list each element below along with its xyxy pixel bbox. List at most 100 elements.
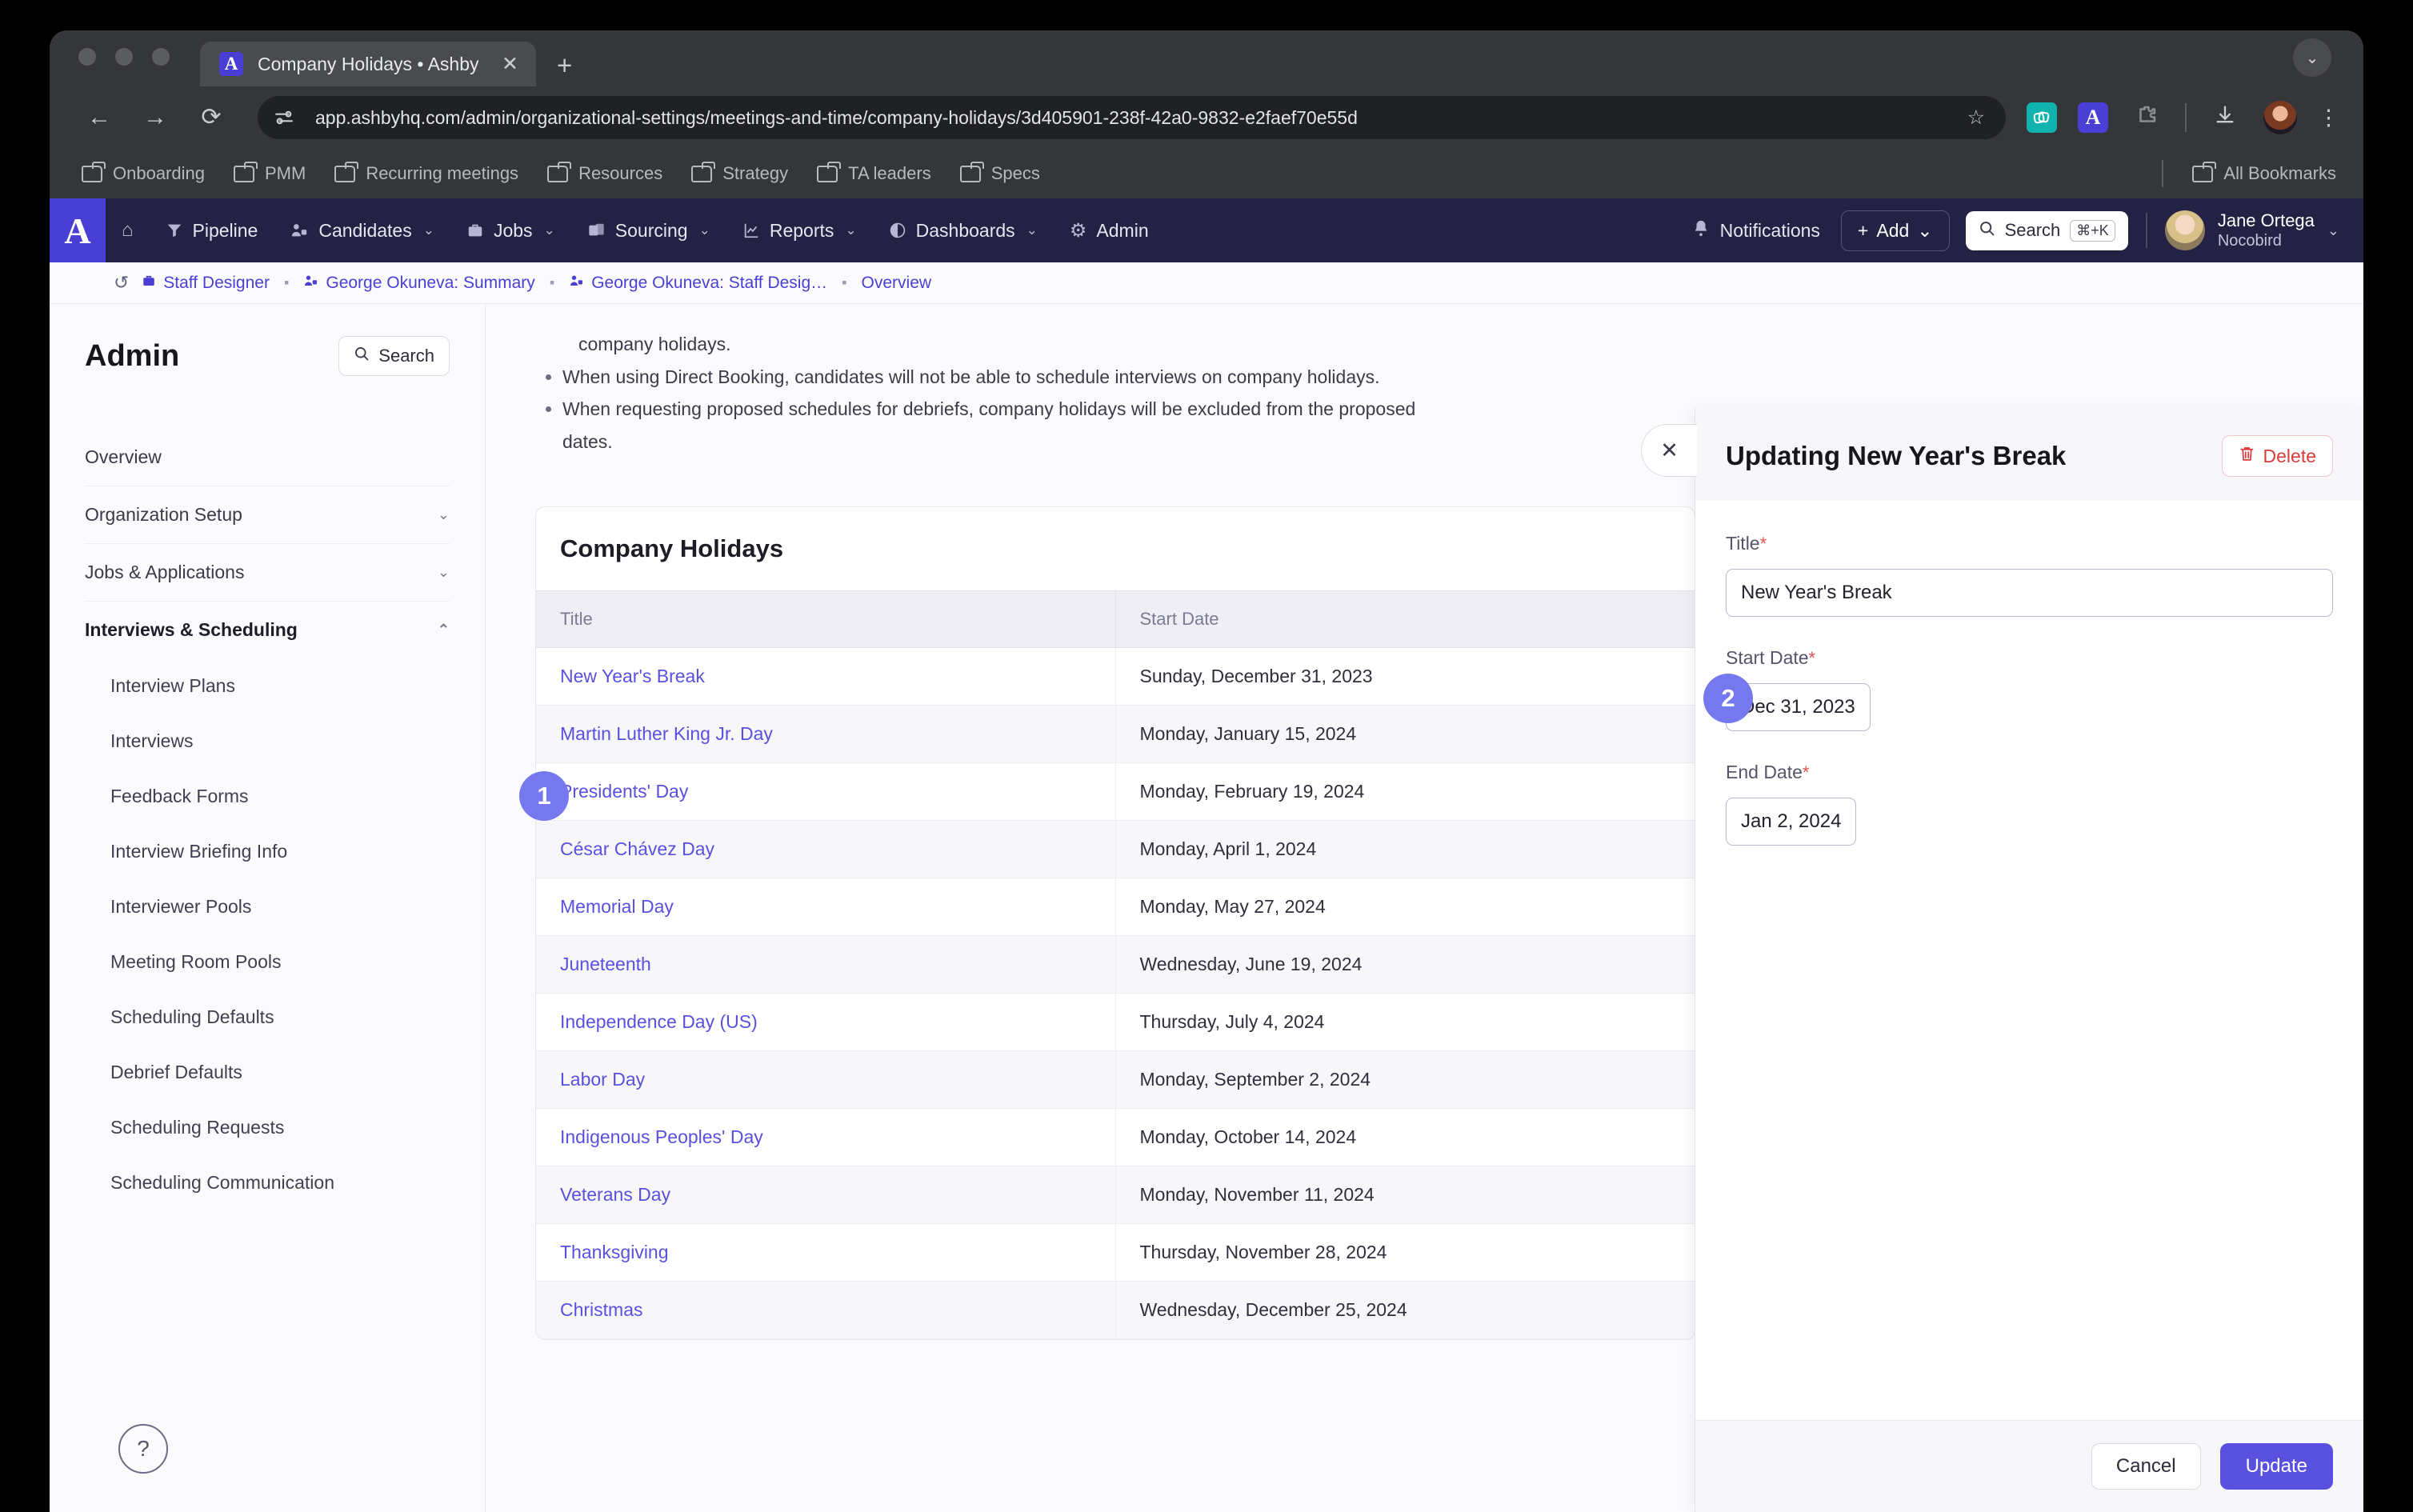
add-button[interactable]: + Add ⌄ — [1840, 210, 1950, 251]
tab-title: Company Holidays • Ashby — [258, 53, 479, 74]
breadcrumb-item-staff-designer[interactable]: Staff Designer — [142, 274, 270, 293]
global-search-button[interactable]: Search ⌘+K — [1965, 210, 2128, 250]
sidebar-item-interviews[interactable]: Interviews — [85, 714, 450, 769]
nav-dashboards[interactable]: Dashboards ⌄ — [873, 198, 1054, 262]
bookmark-item[interactable]: Resources — [547, 161, 662, 184]
nav-reports[interactable]: Reports ⌄ — [726, 198, 873, 262]
holiday-link[interactable]: Christmas — [560, 1299, 643, 1320]
help-button[interactable]: ? — [118, 1424, 168, 1474]
nav-home[interactable]: ⌂ — [106, 198, 150, 262]
maximize-window-button[interactable] — [152, 48, 170, 66]
nav-jobs[interactable]: Jobs ⌄ — [450, 198, 571, 262]
holiday-link[interactable]: Indigenous Peoples' Day — [560, 1126, 763, 1147]
bookmark-item[interactable]: Onboarding — [82, 161, 205, 184]
table-row[interactable]: New Year's Break Sunday, December 31, 202… — [536, 647, 1695, 706]
column-header-title[interactable]: Title — [536, 590, 1116, 648]
sidebar-item-jobs-applications[interactable]: Jobs & Applications ⌄ — [85, 544, 450, 602]
delete-button[interactable]: Delete — [2221, 435, 2333, 477]
history-icon[interactable]: ↺ — [114, 272, 129, 294]
bookmark-item[interactable]: Recurring meetings — [334, 161, 518, 184]
end-date-input[interactable]: Jan 2, 2024 — [1726, 798, 1857, 846]
sidebar-item-overview[interactable]: Overview — [85, 429, 450, 486]
sidebar-item-interview-plans[interactable]: Interview Plans — [85, 658, 450, 714]
back-icon[interactable]: ← — [82, 106, 117, 130]
table-row[interactable]: Presidents' Day Monday, February 19, 2024 — [536, 762, 1695, 821]
sidebar-item-meeting-room-pools[interactable]: Meeting Room Pools — [85, 934, 450, 990]
sidebar-item-interviews-scheduling[interactable]: Interviews & Scheduling ⌃ — [85, 602, 450, 658]
reload-icon[interactable]: ⟳ — [194, 106, 229, 130]
sidebar-item-organization-setup[interactable]: Organization Setup ⌄ — [85, 486, 450, 544]
browser-tab[interactable]: A Company Holidays • Ashby ✕ — [200, 42, 536, 86]
sidebar-item-scheduling-requests[interactable]: Scheduling Requests — [85, 1100, 450, 1155]
holiday-link[interactable]: Presidents' Day — [560, 781, 688, 802]
holiday-link[interactable]: Veterans Day — [560, 1184, 670, 1205]
bookmark-item[interactable]: Strategy — [691, 161, 788, 184]
holiday-link[interactable]: César Chávez Day — [560, 838, 714, 859]
extensions-puzzle-icon[interactable] — [2129, 103, 2164, 132]
people-icon — [303, 274, 318, 293]
breadcrumb-item-okuneva-staff-designer[interactable]: George Okuneva: Staff Desig… — [569, 274, 827, 293]
cell-title: Presidents' Day — [536, 762, 1116, 821]
table-row[interactable]: Thanksgiving Thursday, November 28, 2024 — [536, 1223, 1695, 1282]
notifications-button[interactable]: Notifications — [1692, 218, 1820, 242]
sidebar-item-interview-briefing-info[interactable]: Interview Briefing Info — [85, 824, 450, 879]
table-row[interactable]: Indigenous Peoples' Day Monday, October 1… — [536, 1108, 1695, 1166]
loom-extension-icon[interactable] — [2027, 102, 2057, 133]
browser-menu-icon[interactable]: ⋮ — [2318, 106, 2339, 128]
breadcrumb-item-overview[interactable]: Overview — [862, 274, 932, 293]
new-tab-icon[interactable]: + — [557, 52, 572, 86]
cancel-button[interactable]: Cancel — [2091, 1443, 2201, 1490]
table-row[interactable]: Independence Day (US) Thursday, July 4, 2… — [536, 993, 1695, 1051]
nav-candidates[interactable]: Candidates ⌄ — [274, 198, 450, 262]
table-row[interactable]: Veterans Day Monday, November 11, 2024 — [536, 1166, 1695, 1224]
holiday-link[interactable]: New Year's Break — [560, 666, 705, 686]
holiday-link[interactable]: Thanksgiving — [560, 1242, 669, 1262]
folder-icon — [233, 161, 258, 182]
required-marker: * — [1808, 648, 1816, 668]
ashby-extension-icon[interactable]: A — [2078, 102, 2108, 133]
nav-admin[interactable]: ⚙ Admin — [1054, 198, 1165, 262]
chevron-up-icon: ⌃ — [437, 622, 450, 638]
user-menu[interactable]: Jane Ortega Nocobird ⌄ — [2164, 210, 2339, 252]
table-row[interactable]: Juneteenth Wednesday, June 19, 2024 — [536, 935, 1695, 994]
sidebar-item-scheduling-communication[interactable]: Scheduling Communication — [85, 1155, 450, 1210]
table-row[interactable]: Martin Luther King Jr. Day Monday, Januar… — [536, 705, 1695, 763]
site-settings-icon[interactable] — [267, 101, 301, 134]
update-button[interactable]: Update — [2219, 1443, 2333, 1490]
holiday-link[interactable]: Independence Day (US) — [560, 1011, 758, 1032]
all-bookmarks-button[interactable]: All Bookmarks — [2192, 161, 2336, 184]
bookmark-item[interactable]: Specs — [959, 161, 1040, 184]
sidebar-item-interviewer-pools[interactable]: Interviewer Pools — [85, 879, 450, 934]
table-row[interactable]: Memorial Day Monday, May 27, 2024 — [536, 878, 1695, 936]
nav-pipeline[interactable]: Pipeline — [150, 198, 274, 262]
table-row[interactable]: Labor Day Monday, September 2, 2024 — [536, 1050, 1695, 1109]
nav-sourcing[interactable]: Sourcing ⌄ — [571, 198, 726, 262]
column-header-start-date[interactable]: Start Date — [1115, 590, 1695, 648]
sidebar-item-debrief-defaults[interactable]: Debrief Defaults — [85, 1045, 450, 1100]
sidebar-search-button[interactable]: Search — [338, 336, 450, 376]
ashby-logo[interactable]: A — [50, 198, 106, 262]
browser-profile-avatar[interactable] — [2263, 101, 2297, 134]
sidebar-item-feedback-forms[interactable]: Feedback Forms — [85, 769, 450, 824]
holiday-link[interactable]: Labor Day — [560, 1069, 645, 1090]
bookmark-item[interactable]: PMM — [233, 161, 306, 184]
minimize-window-button[interactable] — [115, 48, 133, 66]
close-tab-icon[interactable]: ✕ — [502, 54, 518, 74]
downloads-icon[interactable] — [2207, 104, 2243, 131]
chevron-down-icon[interactable]: ⌄ — [2293, 38, 2331, 77]
table-row[interactable]: Christmas Wednesday, December 25, 2024 — [536, 1281, 1695, 1339]
holiday-link[interactable]: Juneteenth — [560, 954, 651, 974]
title-input[interactable]: New Year's Break — [1726, 569, 2333, 617]
sidebar-item-scheduling-defaults[interactable]: Scheduling Defaults — [85, 990, 450, 1045]
close-drawer-button[interactable]: ✕ — [1641, 424, 1697, 477]
start-date-field-label: Start Date* — [1726, 647, 2333, 669]
forward-icon[interactable]: → — [138, 106, 173, 130]
close-window-button[interactable] — [78, 48, 96, 66]
breadcrumb-item-okuneva-summary[interactable]: George Okuneva: Summary — [303, 274, 535, 293]
bookmark-item[interactable]: TA leaders — [817, 161, 931, 184]
holiday-link[interactable]: Martin Luther King Jr. Day — [560, 723, 773, 744]
address-bar[interactable]: app.ashbyhq.com/admin/organizational-set… — [258, 96, 2006, 139]
holiday-link[interactable]: Memorial Day — [560, 896, 674, 917]
table-row[interactable]: César Chávez Day Monday, April 1, 2024 — [536, 820, 1695, 878]
bookmark-star-icon[interactable]: ☆ — [1967, 106, 1985, 130]
